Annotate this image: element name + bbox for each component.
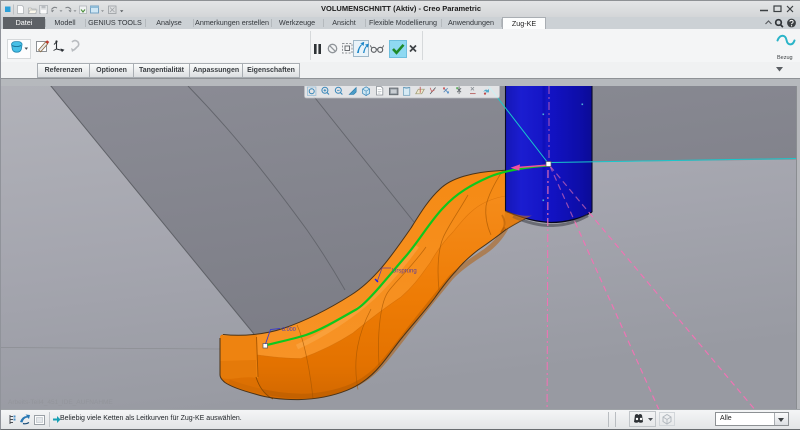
svg-text:8.000: 8.000 bbox=[282, 327, 296, 333]
svg-text:Arbeits-Teil4_451_IDE_AUFNAHME: Arbeits-Teil4_451_IDE_AUFNAHME bbox=[8, 399, 113, 406]
svg-text:Bezug: Bezug bbox=[777, 55, 793, 61]
svg-text:Ursprung: Ursprung bbox=[392, 269, 417, 275]
